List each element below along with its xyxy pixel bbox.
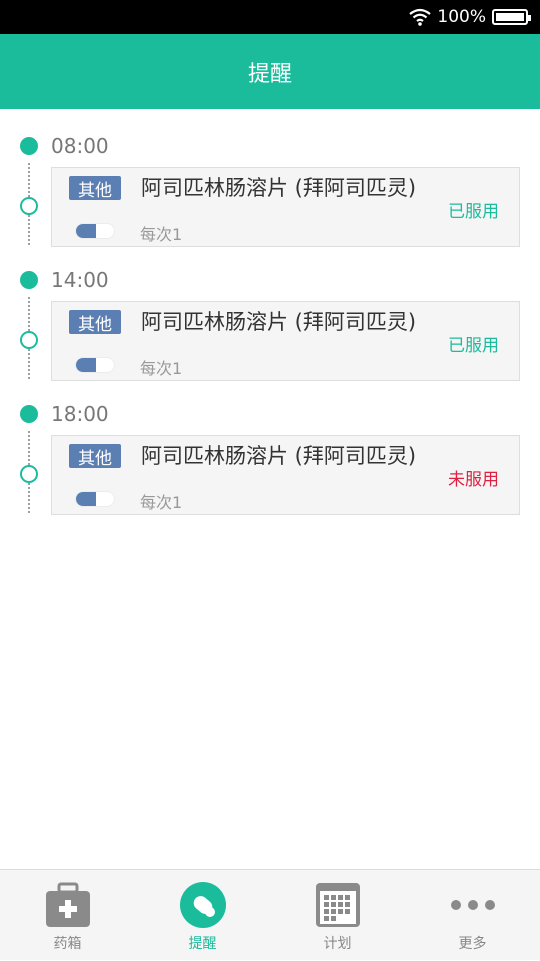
- reminder-time: 14:00: [51, 268, 109, 292]
- status-button[interactable]: 已服用: [448, 197, 499, 222]
- battery-percent: 100%: [437, 7, 486, 27]
- medication-card[interactable]: 其他 阿司匹林肠溶片 (拜阿司匹灵) 每次1 已服用: [51, 167, 520, 247]
- status-button[interactable]: 已服用: [448, 331, 499, 356]
- status-indicators: 100%: [409, 0, 531, 34]
- reminder-group: 18:00 其他 阿司匹林肠溶片 (拜阿司匹灵) 每次1 未服用: [0, 387, 540, 521]
- tab-label: 更多: [458, 936, 487, 952]
- bottom-tab-bar: 药箱 提醒 计划 更多: [0, 869, 540, 960]
- reminder-time: 18:00: [51, 402, 109, 426]
- battery-icon: [492, 9, 531, 25]
- reminder-group: 14:00 其他 阿司匹林肠溶片 (拜阿司匹灵) 每次1 已服用: [0, 253, 540, 387]
- tab-label: 提醒: [188, 936, 217, 952]
- tab-plan[interactable]: 计划: [270, 870, 405, 961]
- tab-medicine-box[interactable]: 药箱: [0, 870, 135, 961]
- drug-name: 阿司匹林肠溶片 (拜阿司匹灵): [141, 310, 417, 334]
- dose-text: 每次1: [140, 359, 183, 378]
- wifi-icon: [409, 8, 432, 26]
- medication-card[interactable]: 其他 阿司匹林肠溶片 (拜阿司匹灵) 每次1 已服用: [51, 301, 520, 381]
- pill-icon: [75, 357, 115, 373]
- more-dots-icon: [451, 900, 495, 910]
- category-tag: 其他: [69, 444, 121, 469]
- status-button[interactable]: 未服用: [448, 465, 499, 490]
- reminder-group: 08:00 其他 阿司匹林肠溶片 (拜阿司匹灵) 每次1 已服用: [0, 119, 540, 253]
- page-title: 提醒: [247, 61, 292, 87]
- pill-icon: [75, 223, 115, 239]
- medication-card[interactable]: 其他 阿司匹林肠溶片 (拜阿司匹灵) 每次1 未服用: [51, 435, 520, 515]
- reminder-time: 08:00: [51, 134, 109, 158]
- pill-icon: [75, 491, 115, 507]
- timeline-ring-icon: [20, 465, 38, 483]
- timeline-ring-icon: [20, 331, 38, 349]
- category-tag: 其他: [69, 310, 121, 335]
- tab-reminder[interactable]: 提醒: [135, 870, 270, 961]
- drug-name: 阿司匹林肠溶片 (拜阿司匹灵): [141, 444, 417, 468]
- tab-label: 药箱: [53, 936, 82, 952]
- calendar-icon: [316, 883, 360, 927]
- pill-icon: [180, 882, 226, 928]
- timeline-ring-icon: [20, 197, 38, 215]
- dose-text: 每次1: [140, 493, 183, 512]
- timeline-dot-icon: [20, 271, 38, 289]
- timeline-dot-icon: [20, 405, 38, 423]
- tab-label: 计划: [323, 936, 352, 952]
- drug-name: 阿司匹林肠溶片 (拜阿司匹灵): [141, 176, 417, 200]
- timeline-dot-icon: [20, 137, 38, 155]
- medicine-box-icon: [46, 882, 90, 927]
- app-bar: 提醒: [0, 34, 540, 109]
- category-tag: 其他: [69, 176, 121, 201]
- reminder-list[interactable]: 08:00 其他 阿司匹林肠溶片 (拜阿司匹灵) 每次1 已服用 14:00 其…: [0, 109, 540, 869]
- status-bar: 100%: [0, 0, 540, 34]
- tab-more[interactable]: 更多: [405, 870, 540, 961]
- dose-text: 每次1: [140, 225, 183, 244]
